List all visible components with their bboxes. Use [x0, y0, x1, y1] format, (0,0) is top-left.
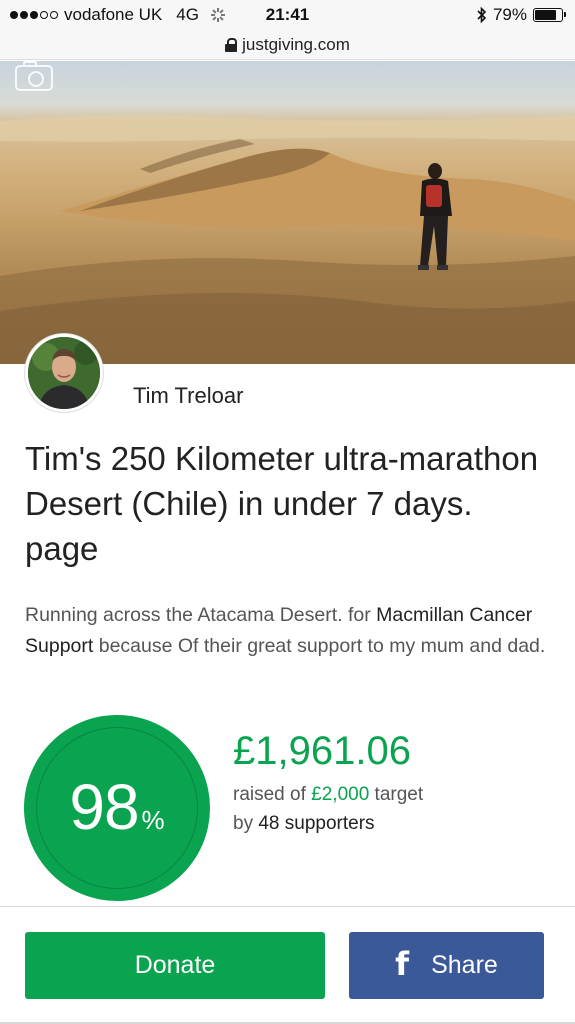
donate-button[interactable]: Donate [25, 932, 325, 999]
progress-percent: 98% [24, 770, 210, 844]
battery-percent: 79% [492, 5, 527, 24]
page-title: Tim's 250 Kilometer ultra-marathon Deser… [25, 440, 539, 567]
url-text: justgiving.com [242, 34, 350, 54]
description-text-start: Running across the Atacama Desert. for [25, 604, 377, 626]
percent-value: 98 [69, 771, 139, 843]
share-label: Share [431, 951, 498, 979]
amount-raised: £1,961.06 [233, 729, 411, 773]
target-line: raised of £2,000 target [233, 784, 423, 806]
desert-scene-illustration [0, 115, 575, 364]
supporters-line: by 48 supporters [233, 813, 375, 835]
divider [0, 906, 575, 907]
donate-label: Donate [134, 951, 216, 979]
target-amount: £2,000 [311, 784, 370, 805]
raised-prefix: raised of [233, 784, 312, 805]
lock-icon [225, 37, 238, 52]
supporters-prefix: by [233, 813, 259, 834]
bluetooth-icon [477, 6, 487, 24]
battery-icon [533, 8, 566, 22]
address-bar[interactable]: justgiving.com [0, 30, 575, 60]
raised-suffix: target [369, 784, 424, 805]
avatar-photo [28, 337, 100, 409]
share-button[interactable]: f Share [349, 932, 544, 999]
progress-circle: 98% [24, 715, 210, 901]
description-text-end: because Of their great support to my mum… [93, 635, 546, 657]
camera-icon[interactable] [15, 61, 53, 91]
description: Running across the Atacama Desert. for M… [25, 600, 555, 662]
owner-name[interactable]: Tim Treloar [133, 383, 243, 409]
supporters-count: 48 supporters [258, 813, 375, 834]
percent-sign: % [141, 805, 165, 835]
avatar [25, 334, 103, 412]
status-bar: vodafone UK 4G 21:41 79% [0, 0, 575, 30]
status-right: 79% [477, 5, 566, 25]
hero-image [0, 61, 575, 364]
facebook-icon: f [395, 945, 410, 983]
